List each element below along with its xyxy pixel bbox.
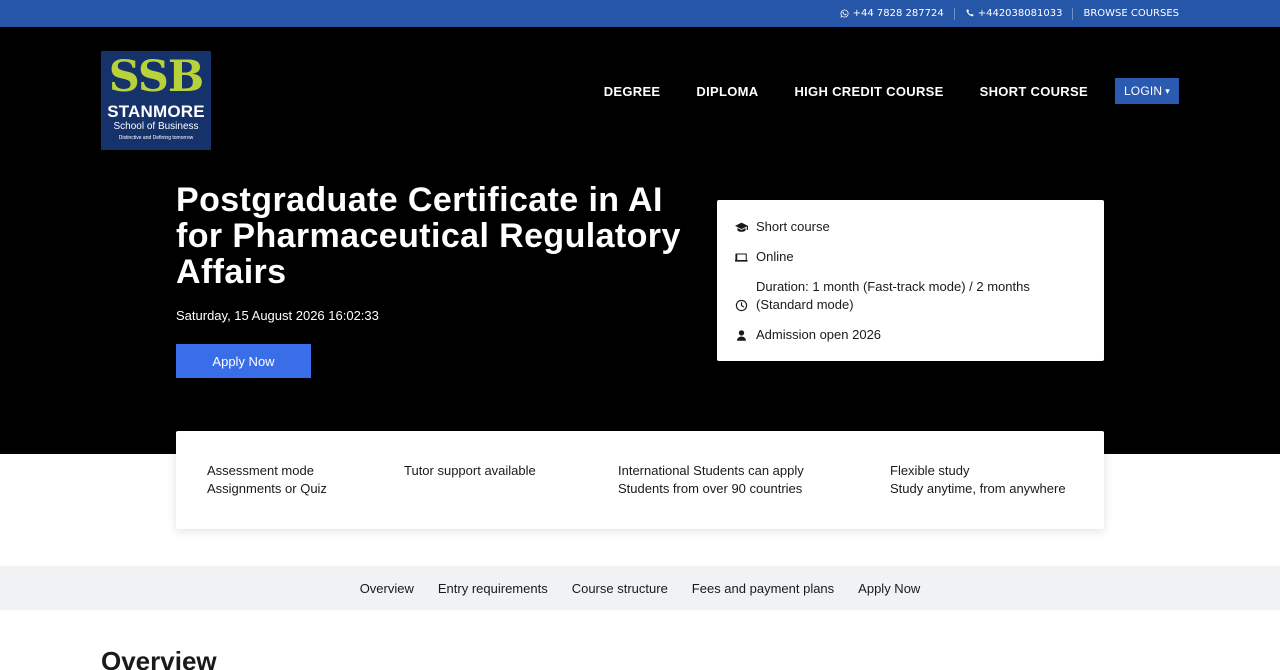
nav-item-short-course[interactable]: SHORT COURSE [980, 84, 1088, 99]
feature-tutor-support: Tutor support available [404, 462, 536, 480]
whatsapp-number: +44 7828 287724 [852, 8, 944, 19]
tab-apply-now[interactable]: Apply Now [858, 581, 920, 596]
nav-item-degree[interactable]: DEGREE [604, 84, 661, 99]
info-study-mode: Online [735, 248, 1086, 266]
logo-letters: SSB [108, 52, 205, 102]
info-admission: Admission open 2026 [735, 326, 1086, 344]
nav-item-diploma[interactable]: DIPLOMA [696, 84, 758, 99]
logo-tagline: Distinctive and Defining tomorrow [118, 135, 194, 141]
top-bar-contacts: +44 7828 287724 +442038081033 BROWSE COU… [830, 0, 1179, 27]
course-info-card: Short course Online Duration: 1 month (F… [717, 200, 1104, 361]
whatsapp-icon [840, 9, 849, 18]
graduation-cap-icon [735, 218, 756, 236]
info-duration: Duration: 1 month (Fast-track mode) / 2 … [735, 278, 1086, 314]
feature-detail: Study anytime, from anywhere [890, 481, 1066, 496]
browse-courses-link[interactable]: BROWSE COURSES [1073, 8, 1179, 19]
feature-title: Flexible study [890, 463, 970, 478]
phone-link[interactable]: +442038081033 [955, 8, 1073, 19]
section-tabs: Overview Entry requirements Course struc… [0, 566, 1280, 610]
feature-flexible-study: Flexible study Study anytime, from anywh… [890, 462, 1066, 498]
top-bar: +44 7828 287724 +442038081033 BROWSE COU… [0, 0, 1280, 27]
feature-detail: Students from over 90 countries [618, 481, 803, 496]
tab-entry-requirements[interactable]: Entry requirements [438, 581, 548, 596]
main-nav: DEGREE DIPLOMA HIGH CREDIT COURSE SHORT … [604, 78, 1179, 104]
feature-title: International Students can apply [618, 463, 804, 478]
clock-icon [735, 278, 756, 314]
logo[interactable]: SSB STANMORE School of Business Distinct… [101, 51, 211, 150]
phone-icon [966, 9, 974, 17]
phone-number: +442038081033 [977, 8, 1063, 19]
login-label: LOGIN [1123, 84, 1163, 98]
laptop-icon [735, 248, 756, 266]
hero-section: SSB STANMORE School of Business Distinct… [0, 27, 1280, 454]
logo-name: STANMORE [107, 102, 205, 121]
current-datetime: Saturday, 15 August 2026 16:02:33 [176, 308, 379, 323]
feature-international: International Students can apply Student… [618, 462, 804, 498]
info-duration-text: Duration: 1 month (Fast-track mode) / 2 … [756, 279, 1030, 312]
feature-title: Tutor support available [404, 463, 536, 478]
page-title: Postgraduate Certificate in AI for Pharm… [176, 181, 681, 291]
course-features-card: Assessment mode Assignments or Quiz Tuto… [176, 431, 1104, 529]
feature-assessment: Assessment mode Assignments or Quiz [207, 462, 327, 498]
user-icon [735, 326, 756, 344]
tab-course-structure[interactable]: Course structure [572, 581, 668, 596]
whatsapp-link[interactable]: +44 7828 287724 [830, 8, 954, 19]
caret-down-icon: ▾ [1165, 86, 1170, 96]
tab-overview[interactable]: Overview [360, 581, 414, 596]
info-admission-text: Admission open 2026 [756, 327, 882, 342]
login-button[interactable]: LOGIN ▾ [1114, 78, 1179, 104]
overview-heading: Overview [101, 646, 217, 670]
info-course-type: Short course [735, 218, 1086, 236]
logo-subtitle: School of Business [113, 121, 199, 132]
info-study-mode-text: Online [756, 249, 794, 264]
tab-fees-and-payment-plans[interactable]: Fees and payment plans [692, 581, 834, 596]
apply-now-button[interactable]: Apply Now [176, 344, 311, 378]
feature-detail: Assignments or Quiz [207, 481, 327, 496]
nav-item-high-credit-course[interactable]: HIGH CREDIT COURSE [794, 84, 943, 99]
info-course-type-text: Short course [756, 219, 830, 234]
feature-title: Assessment mode [207, 463, 314, 478]
